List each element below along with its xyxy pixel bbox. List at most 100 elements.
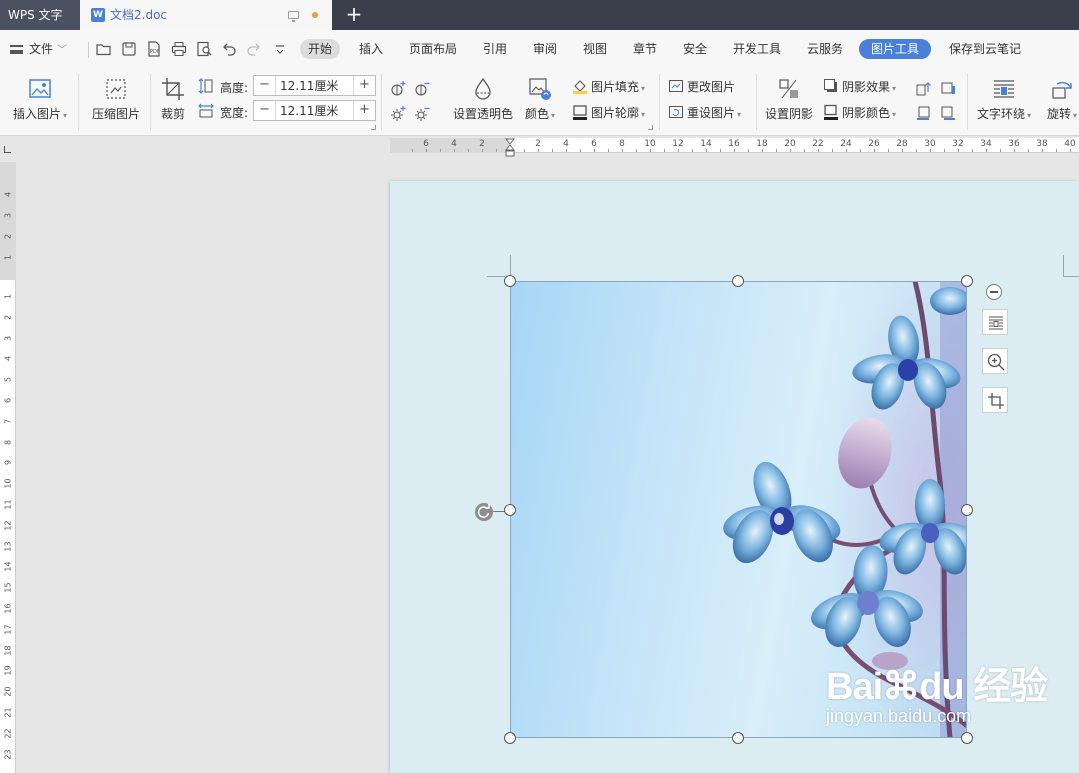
resize-handle-bottom-left[interactable] (504, 732, 516, 744)
nudge-shadow-left-icon[interactable] (915, 105, 932, 122)
ruler-tick (552, 149, 553, 152)
width-stepper[interactable]: − + (253, 100, 376, 121)
crop-mark (1063, 255, 1064, 277)
width-input[interactable] (277, 101, 353, 120)
resize-handle-top[interactable] (732, 275, 744, 287)
ruler-tick (1056, 149, 1057, 152)
new-tab-button[interactable]: + (342, 0, 366, 30)
resize-handle-bottom[interactable] (732, 732, 744, 744)
resize-handle-left[interactable] (504, 504, 516, 516)
increase-contrast-icon[interactable] (390, 80, 407, 97)
format-dialog-launcher[interactable] (648, 125, 653, 130)
tab-stop-selector[interactable] (4, 146, 11, 153)
rotate-button[interactable]: 旋转 ▾ (1042, 76, 1079, 122)
indent-marker[interactable] (505, 138, 515, 158)
layout-options-button[interactable] (982, 309, 1008, 335)
more-icon[interactable] (272, 41, 288, 57)
ruler-label: 28 (896, 139, 908, 149)
height-increase-button[interactable]: + (353, 76, 375, 95)
redo-icon[interactable] (246, 41, 262, 57)
divider (381, 74, 382, 130)
ruler-label: 14 (3, 561, 13, 572)
save-icon[interactable] (121, 41, 137, 57)
height-stepper[interactable]: − + (253, 75, 376, 96)
ruler-label: 7 (3, 418, 13, 424)
width-increase-button[interactable]: + (353, 101, 375, 120)
ruler-label: 8 (3, 439, 13, 445)
ruler-tick (454, 149, 455, 152)
text-wrap-button[interactable]: 文字环绕 ▾ (974, 76, 1034, 122)
set-transparent-color-button[interactable]: 设置透明色 (450, 76, 516, 122)
vertical-ruler[interactable]: 4 3 2 1 1 2 3 4 5 6 7 8 9 10 11 12 13 14 15 16 17 18 19 20 21 22 2… (0, 162, 16, 773)
menu-view[interactable]: 视图 (575, 39, 615, 59)
menu-cloud-service[interactable]: 云服务 (799, 39, 851, 59)
app-name[interactable]: WPS 文字 (0, 0, 80, 30)
ruler-label: 12 (3, 520, 13, 531)
resize-handle-bottom-right[interactable] (961, 732, 973, 744)
print-preview-icon[interactable] (196, 41, 212, 57)
resize-handle-top-right[interactable] (961, 275, 973, 287)
decrease-brightness-icon[interactable] (414, 105, 431, 122)
menu-references[interactable]: 引用 (475, 39, 515, 59)
menu-review[interactable]: 审阅 (525, 39, 565, 59)
monitor-icon[interactable] (288, 11, 299, 22)
menu-insert[interactable]: 插入 (351, 39, 391, 59)
menu-section[interactable]: 章节 (625, 39, 665, 59)
set-shadow-button[interactable]: 设置阴影 (762, 76, 816, 122)
resize-handle-right[interactable] (961, 504, 973, 516)
ruler-tick (790, 149, 791, 152)
height-decrease-button[interactable]: − (254, 76, 276, 95)
menu-developer-tools[interactable]: 开发工具 (725, 39, 789, 59)
reset-picture-button[interactable]: 重设图片 ▾ (668, 103, 741, 123)
menu-save-to-cloud-notes[interactable]: 保存到云笔记 (941, 39, 1029, 59)
reset-picture-label: 重设图片 (687, 106, 736, 120)
crop-button[interactable]: 裁剪 (158, 76, 188, 122)
nudge-shadow-right-icon[interactable] (940, 80, 957, 97)
picture-outline-button[interactable]: 图片轮廓 ▾ (572, 103, 645, 123)
file-menu[interactable]: 文件 ﹀ (10, 30, 67, 68)
ruler-label: 14 (700, 139, 712, 149)
menu-start[interactable]: 开始 (300, 39, 341, 59)
ruler-label: 1 (3, 254, 13, 261)
zoom-picture-button[interactable] (982, 348, 1008, 374)
width-decrease-button[interactable]: − (254, 101, 276, 120)
rotate-handle[interactable] (475, 503, 493, 521)
ruler-tick (622, 149, 623, 152)
resize-handle-top-left[interactable] (504, 275, 516, 287)
height-icon (198, 78, 213, 94)
horizontal-ruler[interactable]: 6 4 2 2 4 6 8 10 12 14 16 18 20 22 24 26 28 30 32 34 36 38 40 (390, 138, 1079, 153)
ruler-label: 18 (3, 645, 13, 656)
shadow-color-button[interactable]: 阴影颜色 ▾ (823, 103, 896, 123)
ruler-label: 2 (479, 139, 485, 149)
decrease-contrast-icon[interactable] (414, 80, 431, 97)
shadow-effect-button[interactable]: 阴影效果 ▾ (823, 77, 896, 97)
nudge-shadow-down-icon[interactable] (940, 105, 957, 122)
color-button[interactable]: 颜色 ▾ (520, 76, 560, 122)
nudge-shadow-up-icon[interactable] (915, 80, 932, 97)
menu-page-layout[interactable]: 页面布局 (401, 39, 465, 59)
zoom-in-icon (987, 353, 1005, 371)
picture-fill-button[interactable]: 图片填充 ▾ (572, 77, 645, 97)
ruler-tick (818, 149, 819, 152)
increase-brightness-icon[interactable] (390, 105, 407, 122)
compress-picture-button[interactable]: 压缩图片 (90, 76, 142, 122)
menu-picture-tools[interactable]: 图片工具 (859, 39, 932, 59)
pdf-icon[interactable]: PDF (146, 41, 162, 57)
open-folder-icon[interactable] (96, 41, 112, 57)
svg-text:PDF: PDF (150, 49, 160, 55)
size-dialog-launcher[interactable] (371, 125, 376, 130)
document-tab[interactable]: W 文档2.doc (80, 0, 332, 30)
ruler-label: 38 (1036, 139, 1048, 149)
undo-icon[interactable] (221, 41, 237, 57)
picture-outline-label: 图片轮廓 (591, 106, 640, 120)
insert-picture-button[interactable]: 插入图片 ▾ (10, 76, 70, 122)
print-icon[interactable] (171, 41, 187, 57)
ruler-tick (482, 149, 483, 152)
collapse-toolbar-button[interactable] (986, 284, 1002, 300)
quick-crop-button[interactable] (982, 387, 1008, 413)
menu-security[interactable]: 安全 (675, 39, 715, 59)
menu-bar: 文件 ﹀ PDF 开始 插入 页面布局 引用 审阅 视图 章节 安全 开发工具 云… (0, 30, 1079, 68)
height-input[interactable] (277, 76, 353, 95)
compress-picture-icon (106, 79, 126, 99)
change-picture-button[interactable]: 更改图片 (668, 77, 735, 97)
